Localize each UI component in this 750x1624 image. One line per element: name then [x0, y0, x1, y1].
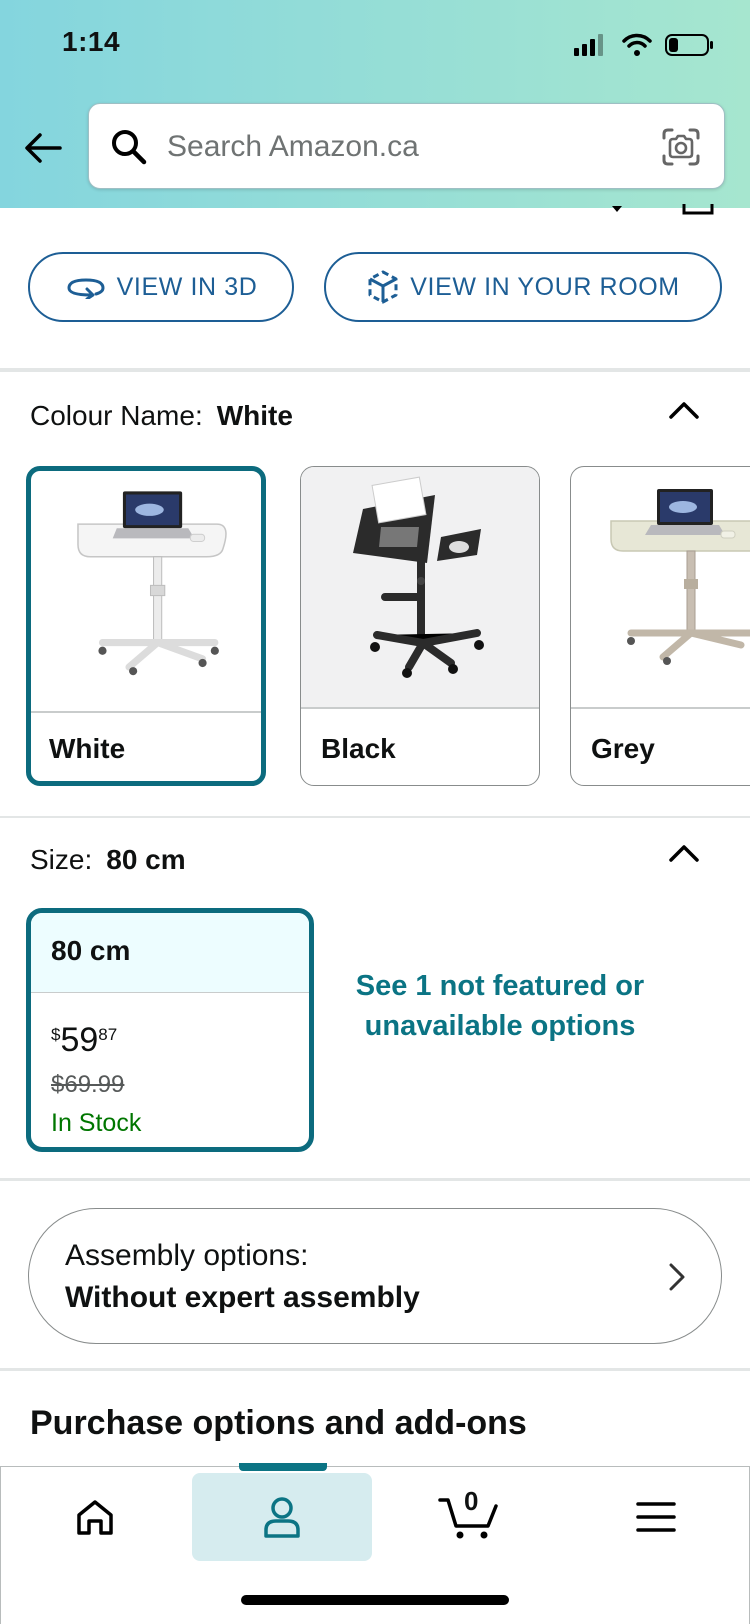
swatch-separator [301, 707, 539, 709]
assembly-options-value: Without expert assembly [65, 1281, 420, 1314]
section-divider [0, 368, 750, 372]
list-price: $69.99 [51, 1071, 125, 1098]
colour-swatch-label: White [49, 733, 126, 764]
black-desk-image [353, 476, 484, 678]
section-divider [0, 816, 750, 818]
view-in-3d-label: VIEW IN 3D [116, 272, 258, 301]
collapse-colour-chevron-icon[interactable] [668, 400, 700, 420]
active-tab-indicator [239, 1463, 327, 1471]
colour-swatch-white[interactable]: White [26, 466, 266, 786]
view-in-your-room-label: VIEW IN YOUR ROOM [410, 272, 680, 301]
colour-swatch-black[interactable]: Black [300, 466, 540, 786]
section-divider [0, 1368, 750, 1371]
account-icon [264, 1497, 300, 1538]
scrolled-box-remnant [682, 204, 714, 215]
search-bar[interactable] [88, 103, 725, 189]
search-icon [112, 130, 147, 165]
scrolled-chevron-remnant [612, 206, 622, 212]
cart-count-badge: 0 [464, 1486, 479, 1516]
price: $5987 [51, 1021, 117, 1060]
size-option-label: 80 cm [51, 935, 131, 966]
camera-search-icon[interactable] [660, 126, 702, 168]
size-label: Size: [30, 844, 93, 875]
colour-swatch-label: Grey [591, 733, 655, 764]
size-option-header: 80 cm [31, 913, 309, 993]
status-time: 1:14 [62, 26, 121, 57]
search-input[interactable] [167, 122, 637, 172]
home-icon [77, 1500, 113, 1535]
nav-menu[interactable] [566, 1473, 746, 1561]
swatch-separator [571, 707, 750, 709]
status-icons [574, 33, 713, 56]
purchase-options-heading: Purchase options and add-ons [30, 1404, 527, 1442]
white-desk-image [77, 491, 227, 676]
ar-cube-icon [368, 270, 398, 304]
size-value: 80 cm [106, 844, 186, 875]
price-whole: 59 [60, 1021, 99, 1059]
availability-status: In Stock [51, 1109, 142, 1137]
colour-name-label: Colour Name: [30, 400, 203, 431]
price-fraction: 87 [98, 1025, 118, 1044]
colour-name-row: Colour Name: White [30, 400, 293, 432]
price-symbol: $ [51, 1025, 61, 1044]
see-unavailable-options-link[interactable]: See 1 not featured or unavailable option… [340, 966, 660, 1046]
collapse-size-chevron-icon[interactable] [668, 843, 700, 863]
assembly-options-label: Assembly options: [65, 1239, 309, 1272]
rotate-3d-icon [67, 278, 105, 299]
back-arrow-icon[interactable] [22, 126, 66, 170]
colour-name-value: White [216, 400, 293, 431]
nav-account[interactable] [192, 1473, 372, 1561]
menu-icon [636, 1502, 676, 1532]
nav-home[interactable] [5, 1473, 185, 1561]
chevron-right-icon [669, 1263, 685, 1291]
swatch-separator [31, 711, 261, 713]
colour-swatch-label: Black [321, 733, 396, 764]
home-indicator [241, 1595, 509, 1605]
section-divider [0, 1178, 750, 1181]
size-row: Size: 80 cm [30, 844, 186, 876]
view-in-your-room-button[interactable]: VIEW IN YOUR ROOM [324, 252, 722, 322]
assembly-options-button[interactable]: Assembly options: Without expert assembl… [28, 1208, 722, 1344]
size-option-80cm[interactable]: 80 cm $5987 $69.99 In Stock [26, 908, 314, 1152]
view-in-3d-button[interactable]: VIEW IN 3D [28, 252, 294, 322]
app-header: 1:14 [0, 0, 750, 208]
grey-desk-image [610, 489, 750, 665]
colour-swatch-grey[interactable]: Grey [570, 466, 750, 786]
